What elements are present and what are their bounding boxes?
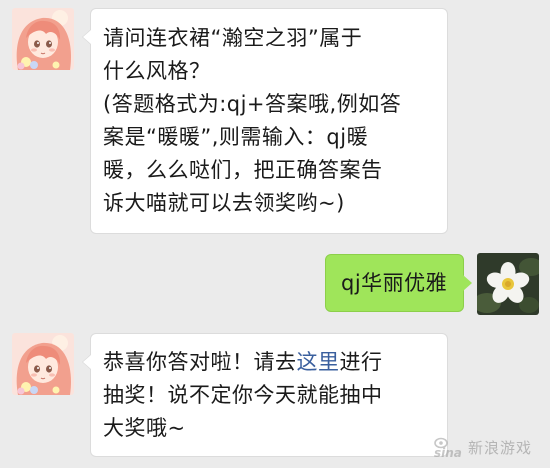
- message-text-line: 案是“暖暖”,则需输入：qj暖: [103, 125, 369, 149]
- message-text-line: (答题格式为:qj+答案哦,例如答: [103, 92, 402, 116]
- message-text-line: 暖，么么哒们，把正确答案告: [103, 158, 383, 182]
- message-text-line: 诉大喵就可以去领奖哟~): [103, 191, 345, 215]
- message-text: qj华丽优雅: [341, 271, 448, 295]
- anime-girl-avatar-icon[interactable]: [12, 333, 74, 395]
- white-flower-avatar-icon[interactable]: [477, 253, 539, 315]
- sina-games-watermark: sina 新浪游戏: [432, 432, 532, 462]
- anime-girl-avatar-icon[interactable]: [12, 8, 74, 70]
- lottery-link[interactable]: 这里: [297, 350, 340, 374]
- message-text-line: 恭喜你答对啦！请去这里进行: [103, 346, 435, 379]
- chat-view: 请问连衣裙“瀚空之羽”属于 什么风格？ (答题格式为:qj+答案哦,例如答 案是…: [0, 0, 550, 468]
- message-text-line: 请问连衣裙“瀚空之羽”属于: [103, 26, 363, 50]
- watermark-text: 新浪游戏: [468, 438, 533, 457]
- message-text-line: 什么风格？: [103, 59, 211, 83]
- outgoing-message-bubble[interactable]: qj华丽优雅: [325, 254, 472, 312]
- message-text: 恭喜你答对啦！请去: [103, 350, 297, 374]
- message-text: 进行: [339, 350, 383, 374]
- incoming-message-bubble[interactable]: 恭喜你答对啦！请去这里进行 抽奖！说不定你今天就能抽中 大奖哦~: [82, 333, 448, 457]
- message-text-line: 大奖哦~: [103, 416, 186, 440]
- watermark-logo-text: sina: [434, 446, 462, 459]
- message-text-line: 抽奖！说不定你今天就能抽中: [103, 383, 383, 407]
- incoming-message-bubble[interactable]: 请问连衣裙“瀚空之羽”属于 什么风格？ (答题格式为:qj+答案哦,例如答 案是…: [82, 8, 448, 234]
- sina-eye-logo-icon: sina: [434, 437, 462, 459]
